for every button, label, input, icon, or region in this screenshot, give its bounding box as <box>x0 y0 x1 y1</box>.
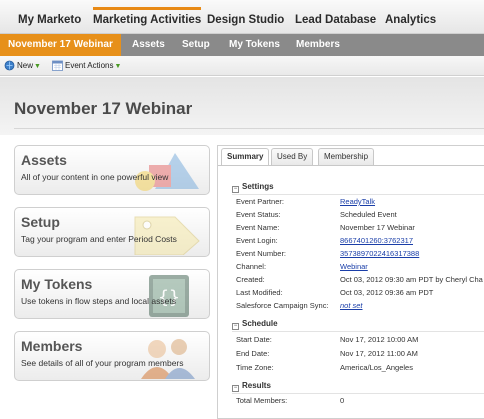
table-row: Event Name: November 17 Webinar <box>232 223 484 234</box>
table-row: Salesforce Campaign Sync: not set <box>232 301 484 312</box>
table-row: End Date: Nov 17, 2012 11:00 AM <box>232 349 484 360</box>
card-description: Tag your program and enter Period Costs <box>21 234 177 244</box>
subnav-assets[interactable]: Assets <box>132 34 165 56</box>
toolbar: New▼ Event Actions▼ <box>0 56 484 76</box>
row-value: Oct 03, 2012 09:30 am PDT by Cheryl Cha <box>340 275 483 284</box>
members-card[interactable]: Members See details of all of your progr… <box>14 331 210 381</box>
tab-summary[interactable]: Summary <box>221 148 270 166</box>
row-label: Event Login: <box>236 236 278 245</box>
tab-marketing-activities[interactable]: Marketing Activities <box>93 0 202 34</box>
event-actions-button[interactable]: Event Actions▼ <box>52 59 121 73</box>
dropdown-arrow-icon: ▼ <box>114 63 122 70</box>
row-label: Time Zone: <box>236 363 274 372</box>
tab-analytics[interactable]: Analytics <box>385 0 436 34</box>
new-label: New <box>17 61 34 70</box>
row-value: Nov 17, 2012 11:00 AM <box>340 349 418 358</box>
card-title: Assets <box>21 152 67 168</box>
row-label: Total Members: <box>236 396 288 405</box>
row-label: End Date: <box>236 349 270 358</box>
tab-design-studio[interactable]: Design Studio <box>207 0 284 34</box>
salesforce-sync-link[interactable]: not set <box>340 301 363 310</box>
event-partner-link[interactable]: ReadyTalk <box>340 197 375 206</box>
table-row: Created: Oct 03, 2012 09:30 am PDT by Che… <box>232 275 484 286</box>
tab-membership[interactable]: Membership <box>318 148 375 165</box>
row-label: Last Modified: <box>236 288 283 297</box>
setup-card[interactable]: Setup Tag your program and enter Period … <box>14 207 210 257</box>
new-button[interactable]: New▼ <box>4 59 41 73</box>
row-label: Created: <box>236 275 265 284</box>
row-label: Event Status: <box>236 210 281 219</box>
tab-used-by[interactable]: Used By <box>271 148 314 165</box>
tab-my-marketo[interactable]: My Marketo <box>18 0 81 34</box>
event-login-link[interactable]: 8667401260:3762317 <box>340 236 413 245</box>
event-actions-label: Event Actions <box>65 61 114 70</box>
section-title: Settings <box>242 182 274 191</box>
table-row: Event Status: Scheduled Event <box>232 210 484 221</box>
table-row: Start Date: Nov 17, 2012 10:00 AM <box>232 335 484 346</box>
card-description: See details of all of your program membe… <box>21 358 184 368</box>
subnav-program[interactable]: November 17 Webinar <box>0 34 121 56</box>
table-row: Total Members: 0 <box>232 396 484 407</box>
tag-icon <box>134 216 200 255</box>
table-row: Event Login: 8667401260:3762317 <box>232 236 484 247</box>
section-title: Results <box>242 381 271 390</box>
my-tokens-card[interactable]: {} My Tokens Use tokens in flow steps an… <box>14 269 210 319</box>
top-nav: My Marketo Marketing Activities Design S… <box>0 0 484 34</box>
row-separator <box>232 331 484 332</box>
channel-link[interactable]: Webinar <box>340 262 368 271</box>
card-description: Use tokens in flow steps and local asset… <box>21 296 176 306</box>
results-header[interactable]: − Results <box>232 381 484 393</box>
table-row: Channel: Webinar <box>232 262 484 273</box>
row-label: Event Number: <box>236 249 287 258</box>
subnav-setup[interactable]: Setup <box>182 34 210 56</box>
row-label: Salesforce Campaign Sync: <box>236 301 329 310</box>
row-value: Scheduled Event <box>340 210 397 219</box>
new-icon <box>4 60 15 71</box>
tab-underline <box>218 165 484 166</box>
sub-nav: November 17 Webinar Assets Setup My Toke… <box>0 34 484 56</box>
row-label: Event Partner: <box>236 197 284 206</box>
collapse-icon: − <box>232 385 239 392</box>
row-value: 0 <box>340 396 345 405</box>
row-value: November 17 Webinar <box>340 223 415 232</box>
divider <box>14 128 484 129</box>
row-separator <box>232 194 484 195</box>
shapes-icon <box>135 153 199 191</box>
event-number-link[interactable]: 3573897022416317388 <box>340 249 419 258</box>
row-value: America/Los_Angeles <box>340 363 413 372</box>
card-title: Members <box>21 338 83 354</box>
settings-header[interactable]: − Settings <box>232 182 484 194</box>
page-title: November 17 Webinar <box>14 99 193 118</box>
row-label: Channel: <box>236 262 267 271</box>
schedule-header[interactable]: − Schedule <box>232 319 484 331</box>
subnav-my-tokens[interactable]: My Tokens <box>229 34 280 56</box>
token-icon: {} <box>149 275 189 317</box>
table-row: Last Modified: Oct 03, 2012 09:36 am PDT <box>232 288 484 299</box>
collapse-icon: − <box>232 186 239 193</box>
collapse-icon: − <box>232 323 239 330</box>
card-title: My Tokens <box>21 276 93 292</box>
subnav-members[interactable]: Members <box>296 34 340 56</box>
card-title: Setup <box>21 214 60 230</box>
dropdown-arrow-icon: ▼ <box>34 63 41 70</box>
table-row: Event Partner: ReadyTalk <box>232 197 484 208</box>
row-value: Oct 03, 2012 09:36 am PDT <box>340 288 434 297</box>
table-row: Event Number: 3573897022416317388 <box>232 249 484 260</box>
tab-lead-database[interactable]: Lead Database <box>295 0 376 34</box>
calendar-icon <box>52 60 63 72</box>
card-description: All of your content in one powerful view <box>21 172 169 182</box>
row-label: Event Name: <box>236 223 280 232</box>
assets-card[interactable]: Assets All of your content in one powerf… <box>14 145 210 195</box>
table-row: Time Zone: America/Los_Angeles <box>232 363 484 374</box>
row-separator <box>232 393 484 394</box>
row-value: Nov 17, 2012 10:00 AM <box>340 335 419 344</box>
section-title: Schedule <box>242 319 278 328</box>
row-label: Start Date: <box>236 335 272 344</box>
people-icon <box>141 339 195 379</box>
